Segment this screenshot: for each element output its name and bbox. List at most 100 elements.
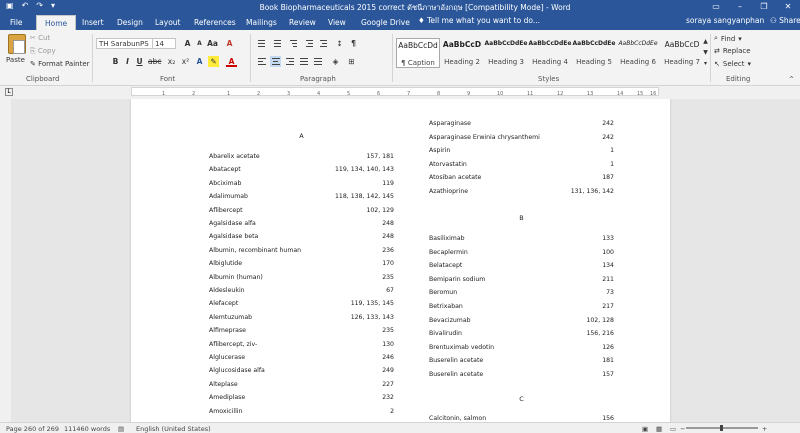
save-icon[interactable]: ▣ [6, 1, 14, 10]
style-heading-5[interactable]: AaBbCcDdEe Heading 5 [572, 38, 616, 68]
line-spacing-icon[interactable] [312, 56, 323, 67]
tab-google-drive[interactable]: Google Drive [357, 15, 414, 30]
index-entry-name: Albiglutide [209, 260, 243, 268]
subscript-icon[interactable]: x₂ [166, 56, 177, 67]
index-entry: Adalimumab 118, 138, 142, 145 [209, 193, 394, 202]
align-left-icon[interactable] [256, 56, 267, 67]
underline-button[interactable]: U [134, 56, 145, 67]
bold-button[interactable]: B [110, 56, 121, 67]
style-heading-6[interactable]: AaBbCcDdEe Heading 6 [616, 38, 660, 68]
decrease-indent-icon[interactable] [304, 38, 315, 49]
ruler-tick: 7 [407, 91, 411, 97]
account-name[interactable]: soraya sangyanphan [686, 16, 764, 25]
superscript-icon[interactable]: x² [180, 56, 191, 67]
index-entry-name: Atosiban acetate [429, 174, 482, 182]
paste-icon[interactable] [8, 34, 26, 54]
style-heading-2[interactable]: AaBbCcD Heading 2 [440, 38, 484, 68]
format-painter-button[interactable]: ✎ Format Painter [30, 60, 90, 68]
tab-references[interactable]: References [190, 15, 240, 30]
style-caption[interactable]: AaBbCcDd ¶ Caption [396, 38, 440, 68]
word-count[interactable]: 111460 words [64, 425, 110, 433]
index-entry: Alglucosidase alfa 249 [209, 367, 394, 376]
shading-icon[interactable]: ◈ [330, 56, 341, 67]
show-marks-icon[interactable]: ¶ [348, 38, 359, 49]
minimize-icon[interactable]: – [728, 0, 752, 13]
styles-group-label: Styles [538, 75, 560, 83]
language-indicator[interactable]: English (United States) [136, 425, 211, 433]
zoom-out-icon[interactable]: − [680, 425, 685, 433]
customize-qat-icon[interactable]: ▾ [51, 1, 55, 10]
text-effects-icon[interactable]: A [194, 56, 205, 67]
ribbon-display-icon[interactable]: ▭ [704, 0, 728, 13]
style-heading-7[interactable]: AaBbCcD Heading 7 [660, 38, 704, 68]
clear-formatting-icon[interactable]: A [224, 38, 235, 49]
highlight-icon[interactable]: ✎ [208, 56, 219, 67]
brush-icon: ✎ [30, 60, 36, 68]
bullets-icon[interactable] [256, 38, 267, 49]
vertical-ruler[interactable] [0, 99, 11, 422]
index-entry-pages: 227 [382, 380, 394, 388]
document-canvas[interactable]: A Abarelix acetate 157, 181 Abatacept 119, … [11, 99, 800, 422]
select-button[interactable]: ↖ Select ▾ [714, 60, 751, 68]
sort-icon[interactable]: ↕ [334, 38, 345, 49]
horizontal-ruler[interactable]: L 1 2 1 2 3 4 5 6 7 8 9 10 11 12 13 14 1… [0, 86, 800, 97]
index-column-right: B C Asparaginase 242 Asparaginase Erwinia … [429, 99, 614, 422]
undo-icon[interactable]: ↶ [22, 1, 29, 10]
grow-font-icon[interactable]: A [182, 38, 193, 49]
align-center-icon[interactable] [270, 56, 281, 67]
zoom-in-icon[interactable]: + [762, 425, 767, 433]
tab-review[interactable]: Review [285, 15, 320, 30]
numbering-icon[interactable] [272, 38, 283, 49]
index-entry: Buserelin acetate 181 [429, 357, 614, 366]
change-case-icon[interactable]: Aa [207, 38, 218, 49]
multilevel-list-icon[interactable] [288, 38, 299, 49]
web-layout-icon[interactable]: ▭ [670, 425, 676, 433]
tab-layout[interactable]: Layout [151, 15, 185, 30]
tab-selector-icon[interactable]: L [5, 88, 13, 96]
document-page[interactable]: A Abarelix acetate 157, 181 Abatacept 119, … [131, 99, 670, 422]
page-count[interactable]: Page 260 of 269 [6, 425, 59, 433]
font-color-icon[interactable]: A [226, 56, 237, 67]
font-size-box[interactable]: 14 [152, 38, 176, 49]
replace-button[interactable]: ⇄ Replace [714, 47, 751, 55]
style-heading-4[interactable]: AaBbCcDdEe Heading 4 [528, 38, 572, 68]
print-layout-icon[interactable]: ▦ [656, 425, 662, 433]
borders-icon[interactable]: ⊞ [346, 56, 357, 67]
restore-icon[interactable]: ❐ [752, 0, 776, 13]
index-entry: Agalsidase beta 248 [209, 233, 394, 242]
read-mode-icon[interactable]: ▣ [642, 425, 648, 433]
copy-icon: ⎘ [30, 47, 36, 55]
index-entry: Asparaginase 242 [429, 120, 614, 129]
index-entry-name: Abatacept [209, 166, 241, 174]
cut-button[interactable]: ✂ Cut [30, 34, 50, 42]
justify-icon[interactable] [298, 56, 309, 67]
strikethrough-icon[interactable]: abc [148, 56, 161, 67]
ruler-tick: 1 [162, 91, 166, 97]
tab-mailings[interactable]: Mailings [242, 15, 281, 30]
style-heading-3[interactable]: AaBbCcDdEe Heading 3 [484, 38, 528, 68]
paste-button[interactable]: Paste [6, 56, 25, 64]
tab-file[interactable]: File [6, 15, 27, 30]
align-right-icon[interactable] [284, 56, 295, 67]
tab-insert[interactable]: Insert [78, 15, 108, 30]
italic-button[interactable]: I [122, 56, 133, 67]
ruler-track[interactable]: 1 2 1 2 3 4 5 6 7 8 9 10 11 12 13 14 15 … [131, 87, 659, 97]
tab-home[interactable]: Home [36, 15, 77, 30]
tell-me-search[interactable]: ♦ Tell me what you want to do... [418, 16, 540, 25]
close-icon[interactable]: ✕ [776, 0, 800, 13]
tab-view[interactable]: View [324, 15, 350, 30]
zoom-slider[interactable] [686, 425, 758, 431]
collapse-ribbon-icon[interactable]: ^ [786, 74, 797, 85]
index-entry-pages: 157, 181 [366, 153, 394, 160]
redo-icon[interactable]: ↷ [36, 1, 43, 10]
index-entry-pages: 235 [382, 273, 394, 281]
increase-indent-icon[interactable] [318, 38, 329, 49]
copy-button[interactable]: ⎘ Copy [30, 47, 56, 56]
shrink-font-icon[interactable]: A [194, 38, 205, 49]
proofing-icon[interactable]: ▤ [118, 425, 124, 433]
find-button[interactable]: ⌕ Find ▾ [714, 34, 742, 43]
ruler-tick: 2 [257, 91, 261, 97]
zoom-slider-thumb[interactable] [720, 425, 723, 431]
share-button[interactable]: ⚇ Share [770, 16, 800, 25]
tab-design[interactable]: Design [113, 15, 147, 30]
